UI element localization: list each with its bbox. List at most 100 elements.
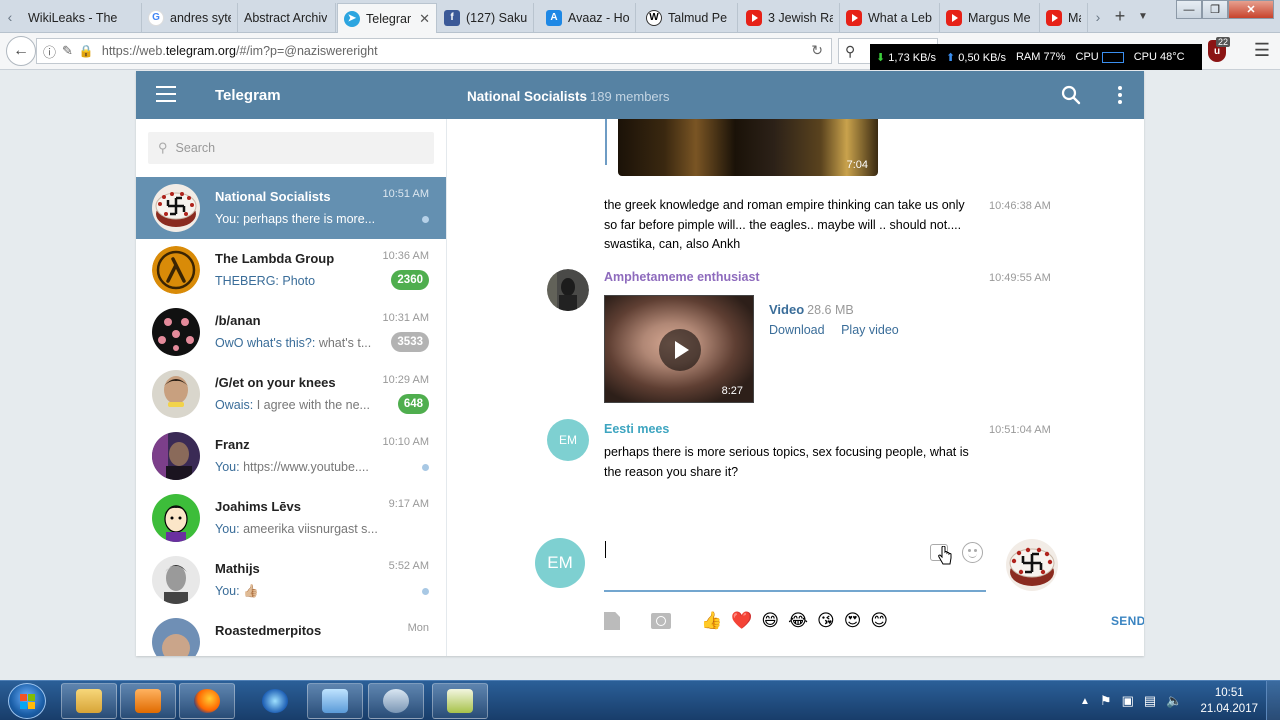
chat-members-count[interactable]: 189 members — [590, 89, 669, 104]
tab-title: Talmud Pe — [668, 10, 728, 25]
message-author[interactable]: Amphetameme enthusiast — [604, 270, 760, 284]
clock-date: 21.04.2017 — [1200, 703, 1258, 715]
permissions-icon[interactable]: ✎ — [62, 43, 73, 59]
browser-tab-wikileaks[interactable]: WikiLeaks - The — [22, 3, 142, 32]
app-swirl-icon — [262, 689, 288, 713]
quick-emoji-heart-eyes[interactable]: 😍 — [844, 612, 862, 630]
message-author[interactable]: Eesti mees — [604, 422, 669, 436]
reload-icon[interactable]: ↻ — [811, 42, 823, 59]
taskbar-network-button[interactable] — [368, 683, 424, 719]
network-tray-icon[interactable]: ▤ — [1144, 693, 1156, 709]
unread-count-badge: 2360 — [391, 270, 429, 290]
dialog-name: The Lambda Group — [215, 251, 335, 266]
video-thumbnail[interactable]: 8:27 — [604, 295, 754, 403]
windows-taskbar: ▲ ⚑ ▣ ▤ 🔈 10:51 21.04.2017 — [0, 680, 1280, 720]
chat-search-icon[interactable] — [1061, 85, 1081, 105]
dialog-item[interactable]: Franz 10:10 AM You: https://www.youtube.… — [136, 425, 446, 487]
taskbar-task-manager-button[interactable] — [432, 683, 488, 719]
browser-tab-telegram[interactable]: ➤ Telegram ✕ — [337, 3, 437, 33]
new-tab-button[interactable]: + — [1110, 0, 1130, 33]
send-button[interactable]: SEND — [1111, 614, 1144, 628]
quick-emoji-kiss[interactable]: 😘 — [817, 612, 835, 630]
tab-scroll-left-icon[interactable]: ‹ — [0, 0, 20, 33]
attach-photo-camera-icon[interactable] — [651, 613, 671, 629]
folder-icon — [76, 689, 102, 713]
chat-title[interactable]: National Socialists — [467, 89, 587, 104]
unread-dot-icon — [422, 464, 429, 471]
network-icon — [383, 689, 409, 713]
taskbar-firefox-button[interactable] — [179, 683, 235, 719]
taskbar-app-button[interactable] — [247, 683, 303, 719]
quick-emoji-thumbs-up[interactable]: 👍 — [701, 612, 722, 630]
browser-tab-youtube-3[interactable]: Margus Me — [940, 3, 1040, 32]
dialog-time: 10:10 AM — [382, 436, 429, 448]
dialog-search-input[interactable]: ⚲ Search — [148, 132, 434, 164]
window-close-button[interactable]: ✕ — [1228, 0, 1274, 19]
play-icon[interactable] — [659, 329, 701, 371]
emoji-picker-icon[interactable] — [962, 542, 983, 563]
tray-expand-icon[interactable]: ▲ — [1080, 696, 1090, 707]
unread-count-badge: 3533 — [391, 332, 429, 352]
browser-tab-abstract-archive[interactable]: Abstract Archiv — [238, 3, 336, 32]
browser-tab-youtube-1[interactable]: 3 Jewish Ra — [740, 3, 840, 32]
window-maximize-button[interactable]: ❐ — [1202, 0, 1228, 19]
taskbar-media-player-button[interactable] — [120, 683, 176, 719]
quick-emoji-joy[interactable]: 😂 — [788, 612, 808, 630]
browser-tab-google[interactable]: G andres syte — [142, 3, 238, 32]
telegram-icon: ➤ — [344, 10, 360, 27]
browser-menu-icon[interactable]: ☰ — [1254, 40, 1270, 61]
peer-chat-avatar[interactable] — [1006, 539, 1058, 591]
quick-emoji-heart[interactable]: ❤️ — [731, 612, 752, 630]
back-button[interactable]: ← — [6, 36, 36, 66]
info-icon[interactable]: ⓘ — [43, 42, 56, 61]
url-bar[interactable]: ⓘ ✎ 🔒 https://web.telegram.org/#/im?p=@n… — [36, 38, 832, 64]
dialog-item[interactable]: National Socialists 10:51 AM You: perhap… — [136, 177, 446, 239]
taskbar-explorer-button[interactable] — [61, 683, 117, 719]
quick-emoji-blush[interactable]: 😊 — [870, 612, 888, 630]
tab-close-icon[interactable]: ✕ — [419, 11, 430, 27]
dialog-preview: Owais: I agree with the ne... — [215, 398, 370, 412]
dialog-item[interactable]: Joahims Lēvs 9:17 AM You: ameerika viisn… — [136, 487, 446, 549]
message-input[interactable] — [604, 536, 986, 592]
mathijs-avatar — [152, 556, 200, 604]
dialog-name: /G/et on your knees — [215, 375, 336, 390]
video-play-link[interactable]: Play video — [841, 323, 899, 337]
eesti-mees-avatar[interactable]: EM — [547, 419, 589, 461]
dialog-time: 10:29 AM — [382, 374, 429, 386]
lock-icon: 🔒 — [78, 44, 94, 58]
message-composer: EM 👍 ❤️ 😄 😂 😘 😍 😊 SEND — [447, 526, 1144, 656]
own-avatar[interactable]: EM — [535, 538, 585, 588]
search-icon: ⚲ — [158, 140, 168, 155]
unread-dot-icon — [422, 216, 429, 223]
show-desktop-button[interactable] — [1266, 681, 1280, 720]
tray-app-icon[interactable]: ▣ — [1122, 693, 1134, 709]
hamburger-menu-icon[interactable] — [156, 86, 176, 103]
dialog-item[interactable]: The Lambda Group 10:36 AM THEBERG: Photo… — [136, 239, 446, 301]
dialog-item[interactable]: Roastedmerpitos Mon — [136, 611, 446, 656]
taskbar-clock[interactable]: 10:51 21.04.2017 — [1200, 685, 1258, 717]
dialog-preview: You: ameerika viisnurgast s... — [215, 522, 378, 536]
video-download-link[interactable]: Download — [769, 323, 825, 337]
taskbar-control-panel-button[interactable] — [307, 683, 363, 719]
dialog-item[interactable]: /b/anan 10:31 AM OwO what's this?: what'… — [136, 301, 446, 363]
more-options-icon[interactable] — [1118, 86, 1122, 104]
attach-document-icon[interactable] — [604, 612, 620, 630]
start-button[interactable] — [8, 683, 46, 719]
tab-scroll-right-icon[interactable]: › — [1088, 0, 1108, 33]
browser-tab-avaaz[interactable]: A Avaaz - Ho — [540, 3, 636, 32]
window-minimize-button[interactable]: — — [1176, 0, 1202, 19]
browser-tab-facebook[interactable]: f (127) Sakur — [438, 3, 534, 32]
dialog-item[interactable]: Mathijs 5:52 AM You: 👍🏼 — [136, 549, 446, 611]
action-center-flag-icon[interactable]: ⚑ — [1100, 693, 1112, 709]
amphetameme-avatar[interactable] — [547, 269, 589, 311]
browser-tab-talmud[interactable]: W Talmud Pe — [640, 3, 738, 32]
dialog-sidebar: ⚲ Search National Socialists 10:51 AM Yo… — [136, 119, 447, 656]
browser-tab-youtube-4[interactable]: Ma — [1040, 3, 1088, 32]
previous-video-thumbnail[interactable]: 7:04 — [618, 119, 878, 176]
volume-icon[interactable]: 🔈 — [1166, 693, 1182, 709]
dialog-item[interactable]: /G/et on your knees 10:29 AM Owais: I ag… — [136, 363, 446, 425]
browser-tab-youtube-2[interactable]: What a Leb — [840, 3, 940, 32]
tab-list-chevron-icon[interactable]: ▼ — [1134, 0, 1152, 33]
dialog-name: /b/anan — [215, 313, 261, 328]
quick-emoji-smile[interactable]: 😄 — [761, 612, 779, 630]
